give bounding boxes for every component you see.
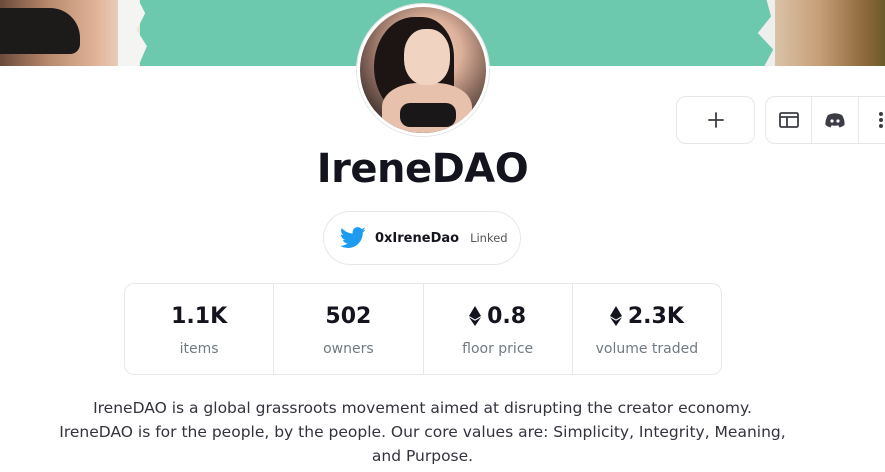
stat-volume-traded[interactable]: 2.3K volume traded <box>573 284 721 374</box>
stat-floor-price-label: floor price <box>462 341 534 357</box>
stat-items[interactable]: 1.1K items <box>125 284 275 374</box>
banner-photo-right <box>775 0 885 66</box>
more-options-button[interactable] <box>859 97 885 143</box>
twitter-account-pill[interactable]: 0xIreneDao Linked <box>323 211 521 265</box>
discord-icon <box>825 113 845 128</box>
website-button[interactable] <box>766 97 813 143</box>
stat-items-value: 1.1K <box>171 303 228 329</box>
collection-title: IreneDAO <box>316 146 529 192</box>
collection-page: IreneDAO 0xIreneDao Linked 1.1K items 50… <box>0 0 885 472</box>
ethereum-icon <box>469 306 482 326</box>
browser-window-icon <box>778 112 799 128</box>
collection-stats: 1.1K items 502 owners 0.8 floor price 2.… <box>124 283 722 375</box>
twitter-linked-status: Linked <box>470 231 508 245</box>
stat-owners-value: 502 <box>325 303 372 329</box>
collection-description: IreneDAO is a global grassroots movement… <box>40 396 805 468</box>
stat-owners-label: owners <box>323 341 374 357</box>
stat-floor-price[interactable]: 0.8 floor price <box>424 284 573 374</box>
twitter-bird-icon <box>340 227 366 248</box>
stat-volume-traded-value: 2.3K <box>627 303 684 329</box>
stat-items-label: items <box>179 341 219 357</box>
add-button[interactable] <box>676 96 755 144</box>
stat-owners[interactable]: 502 owners <box>274 284 424 374</box>
ethereum-icon <box>609 306 622 326</box>
social-links-group <box>765 96 885 144</box>
stat-volume-traded-label: volume traded <box>595 341 699 357</box>
stat-floor-price-value: 0.8 <box>487 303 527 329</box>
description-line: IreneDAO is a global grassroots movement… <box>93 399 752 417</box>
discord-button[interactable] <box>812 97 859 143</box>
more-vertical-icon <box>879 112 884 128</box>
banner-torn-edge-left <box>118 0 147 66</box>
collection-avatar[interactable] <box>357 4 489 136</box>
twitter-handle: 0xIreneDao <box>375 230 460 246</box>
description-line: IreneDAO is for the people, by the peopl… <box>59 423 786 441</box>
description-line: and Purpose. <box>371 447 474 465</box>
plus-icon <box>707 112 724 128</box>
